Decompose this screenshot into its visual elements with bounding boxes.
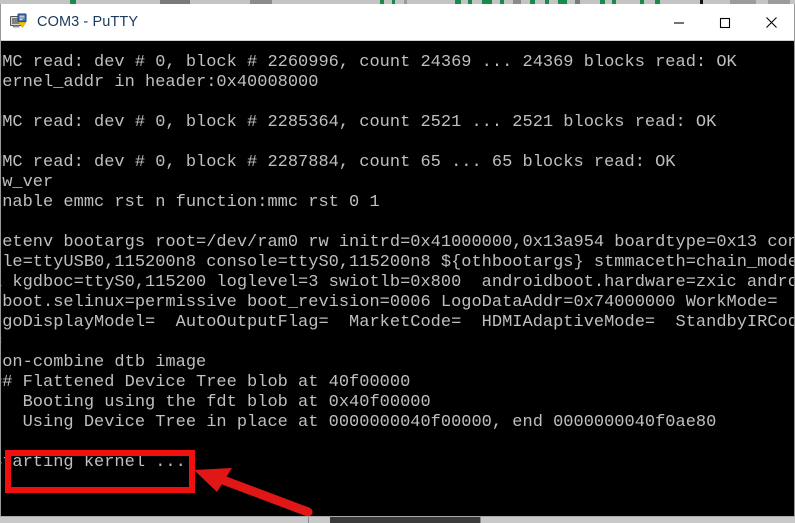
putty-window: COM3 - PuTTY MMC read: dev # 0, block # … — [0, 4, 795, 516]
minimize-button[interactable] — [656, 4, 702, 41]
terminal-line: enable emmc rst n function:mmc rst 0 1 — [1, 193, 380, 212]
title-bar[interactable]: COM3 - PuTTY — [1, 4, 794, 41]
terminal-line: 1 kgdboc=ttyS0,115200 loglevel=3 swiotlb… — [1, 273, 794, 292]
terminal-line: MMC read: dev # 0, block # 2287884, coun… — [1, 153, 676, 172]
terminal-line: ## Flattened Device Tree blob at 40f0000… — [1, 373, 411, 392]
terminal-line: kernel_addr in header:0x40008000 — [1, 73, 319, 92]
terminal-line: Using Device Tree in place at 0000000040… — [1, 413, 717, 432]
terminal-line: ole=ttyUSB0,115200n8 console=ttyS0,11520… — [1, 253, 794, 272]
terminal-line: hw_ver — [1, 173, 54, 192]
terminal-line: non-combine dtb image — [1, 353, 207, 372]
terminal-line: dboot.selinux=permissive boot_revision=0… — [1, 293, 794, 312]
terminal-lines: MMC read: dev # 0, block # 2260996, coun… — [1, 53, 794, 473]
terminal-output[interactable]: MMC read: dev # 0, block # 2260996, coun… — [1, 41, 794, 511]
terminal-line: Booting using the fdt blob at 0x40f00000 — [1, 393, 431, 412]
taskbar[interactable] — [0, 516, 795, 523]
putty-icon — [10, 13, 28, 31]
maximize-button[interactable] — [702, 4, 748, 41]
window-controls — [656, 4, 794, 41]
terminal-line: MMC read: dev # 0, block # 2260996, coun… — [1, 53, 737, 72]
terminal-line: Starting kernel ... — [1, 453, 186, 472]
window-title: COM3 - PuTTY — [37, 14, 139, 30]
terminal-line: setenv bootargs root=/dev/ram0 rw initrd… — [1, 233, 794, 252]
terminal-line: = — [1, 333, 785, 353]
close-button[interactable] — [748, 4, 794, 41]
terminal-line: ogoDisplayModel= AutoOutputFlag= MarketC… — [1, 313, 794, 332]
terminal-line: MMC read: dev # 0, block # 2285364, coun… — [1, 113, 717, 132]
